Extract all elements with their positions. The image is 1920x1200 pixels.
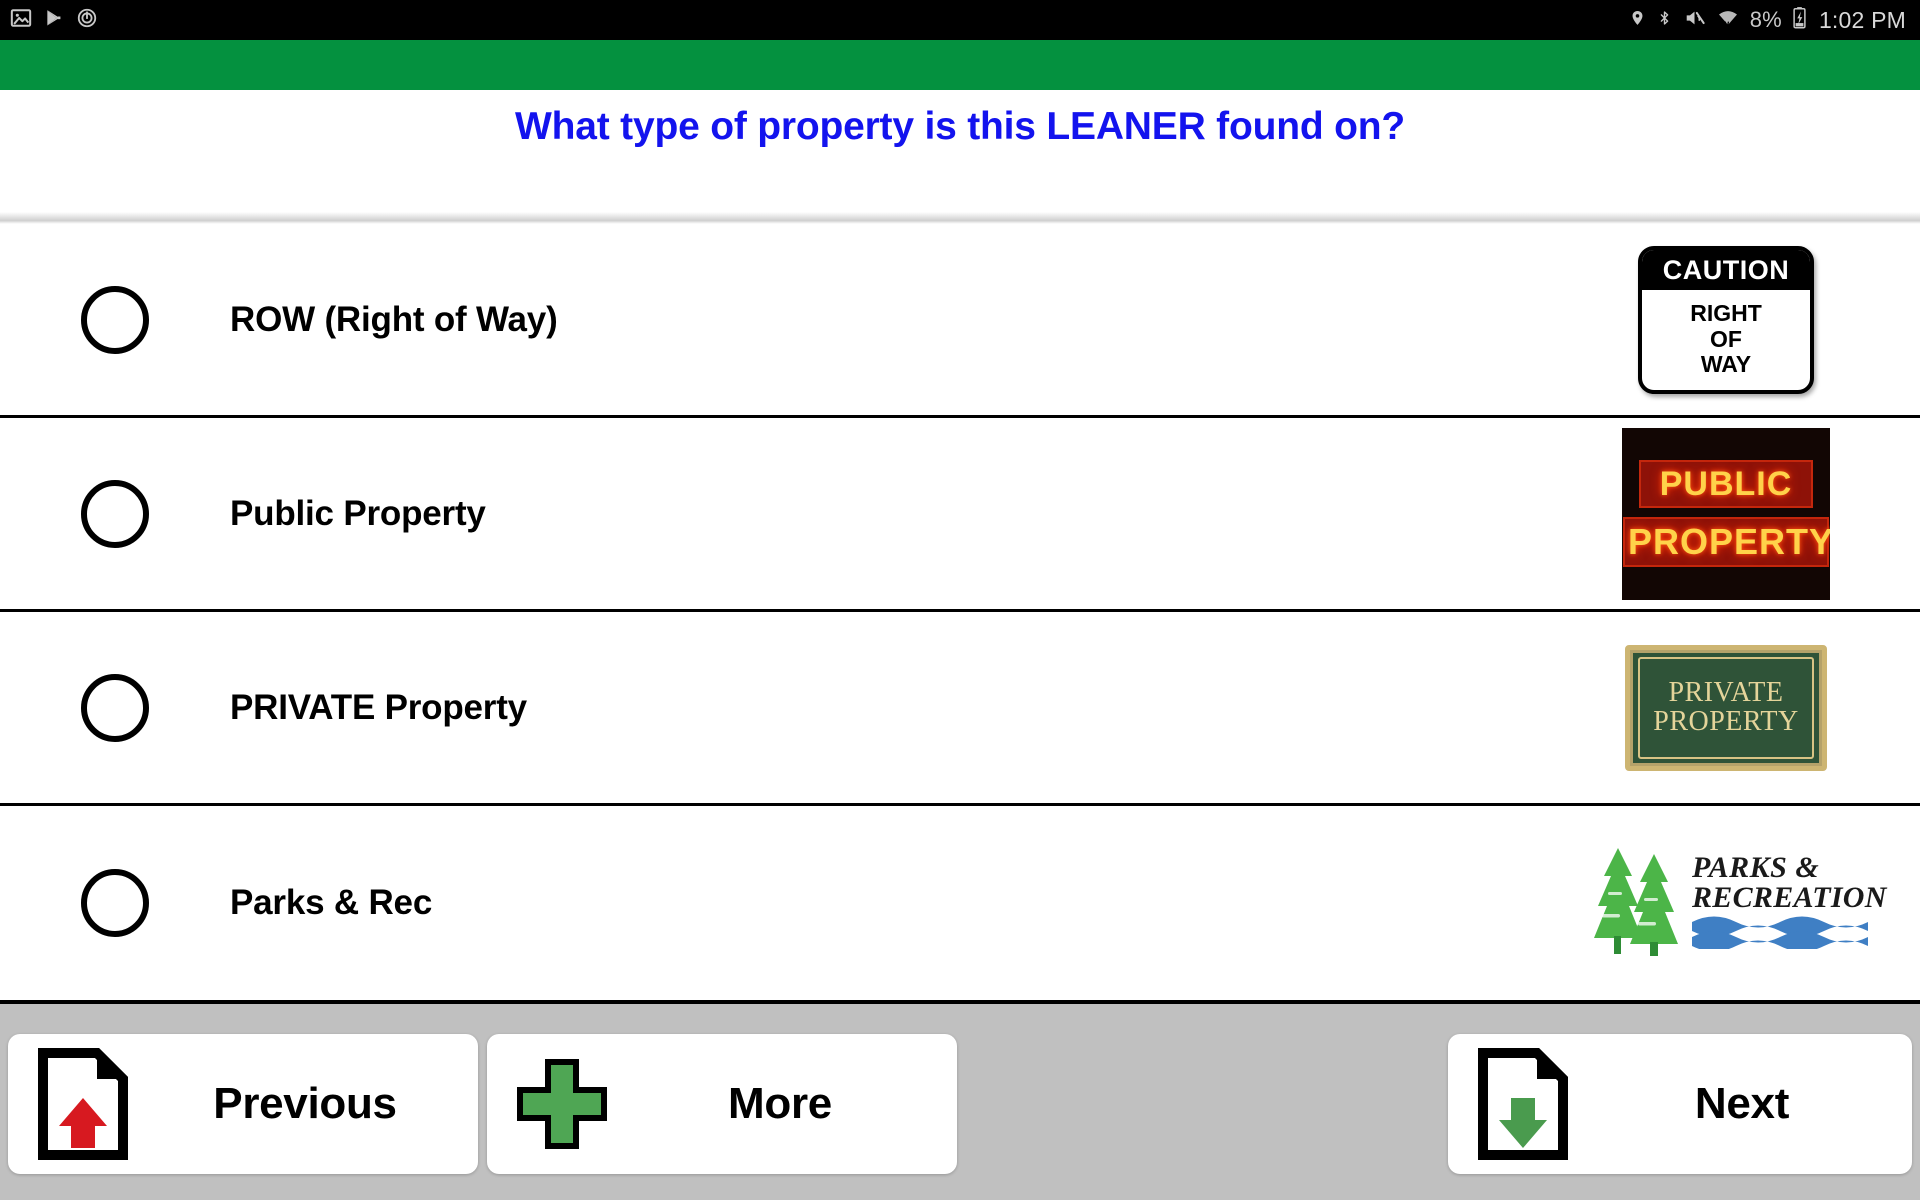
radio-button-private-property[interactable]: [81, 673, 149, 742]
parks-line-2: RECREATION: [1692, 881, 1887, 914]
option-art-private-property: PRIVATE PROPERTY: [1590, 611, 1920, 805]
neon-line-1: PUBLIC: [1639, 460, 1813, 508]
radio-wrap[interactable]: [0, 869, 230, 937]
caution-line-2: OF: [1710, 325, 1742, 352]
bluetooth-icon: [1657, 7, 1672, 34]
status-bar: 8% 1:02 PM: [0, 0, 1920, 40]
radio-button-parks-rec[interactable]: [81, 869, 149, 937]
power-timer-icon: [76, 7, 98, 34]
public-property-neon-sign-icon: PUBLIC PROPERTY: [1622, 427, 1830, 600]
caution-sign-body: RIGHT OF WAY: [1642, 290, 1810, 390]
parks-recreation-logo-icon: PARKS & RECREATION: [1592, 840, 1886, 966]
option-row-parks-rec[interactable]: Parks & Rec PARKS & RECREATION: [0, 806, 1920, 1000]
document-down-arrow-icon: [1448, 1048, 1598, 1160]
play-store-icon: [44, 7, 64, 34]
status-bar-right-icons: 8% 1:02 PM: [1629, 6, 1906, 34]
option-label-parks-rec: Parks & Rec: [230, 883, 433, 922]
wifi-icon: [1717, 7, 1739, 34]
bottom-navigation-bar: Previous More Next: [0, 1000, 1920, 1200]
parks-recreation-wordmark: PARKS & RECREATION: [1692, 853, 1887, 953]
neon-line-2: PROPERTY: [1623, 517, 1830, 567]
caution-line-3: WAY: [1700, 351, 1752, 378]
plaque-line-2: PROPERTY: [1653, 705, 1799, 737]
caution-line-1: RIGHT: [1690, 299, 1762, 326]
options-list: ROW (Right of Way) CAUTION RIGHT OF WAY …: [0, 224, 1920, 1000]
caution-sign-header: CAUTION: [1642, 249, 1810, 290]
parks-line-1: PARKS &: [1692, 851, 1820, 884]
radio-wrap[interactable]: [0, 479, 230, 548]
option-label-public-property: Public Property: [230, 493, 486, 533]
app-accent-bar: [0, 40, 1920, 90]
clock-label: 1:02 PM: [1818, 6, 1906, 33]
option-art-parks-rec: PARKS & RECREATION: [1590, 806, 1920, 1000]
option-row-row-right-of-way[interactable]: ROW (Right of Way) CAUTION RIGHT OF WAY: [0, 224, 1920, 418]
private-property-plaque-icon: PRIVATE PROPERTY: [1625, 644, 1827, 771]
green-plus-icon: [487, 1056, 637, 1152]
next-button[interactable]: Next: [1448, 1034, 1912, 1174]
previous-button[interactable]: Previous: [8, 1034, 478, 1174]
next-button-label: Next: [1694, 1079, 1790, 1128]
image-icon: [10, 7, 32, 34]
caution-right-of-way-sign-icon: CAUTION RIGHT OF WAY: [1638, 245, 1814, 394]
status-bar-left-icons: [10, 7, 98, 34]
document-up-arrow-icon: [8, 1048, 158, 1160]
option-art-public-property: PUBLIC PROPERTY: [1590, 417, 1920, 611]
option-art-row: CAUTION RIGHT OF WAY: [1590, 223, 1920, 417]
question-header: What type of property is this LEANER fou…: [0, 90, 1920, 222]
battery-percent-label: 8%: [1749, 7, 1782, 32]
more-button-label: More: [728, 1079, 832, 1128]
plaque-line-1: PRIVATE: [1668, 676, 1784, 708]
radio-wrap[interactable]: [0, 673, 230, 742]
radio-button-row[interactable]: [81, 285, 149, 354]
option-label-private-property: PRIVATE Property: [230, 687, 527, 727]
radio-button-public-property[interactable]: [81, 479, 149, 548]
battery-icon: [1793, 6, 1806, 34]
option-row-public-property[interactable]: Public Property PUBLIC PROPERTY: [0, 418, 1920, 612]
previous-button-label: Previous: [213, 1079, 397, 1128]
radio-wrap[interactable]: [0, 285, 230, 354]
water-waves-icon: [1692, 913, 1887, 953]
volume-muted-icon: [1683, 7, 1706, 34]
question-title: What type of property is this LEANER fou…: [515, 105, 1405, 148]
option-label-row: ROW (Right of Way): [230, 299, 558, 339]
pine-trees-icon: [1592, 842, 1688, 965]
more-button[interactable]: More: [487, 1034, 957, 1174]
option-row-private-property[interactable]: PRIVATE Property PRIVATE PROPERTY: [0, 612, 1920, 806]
location-pin-icon: [1629, 7, 1646, 34]
